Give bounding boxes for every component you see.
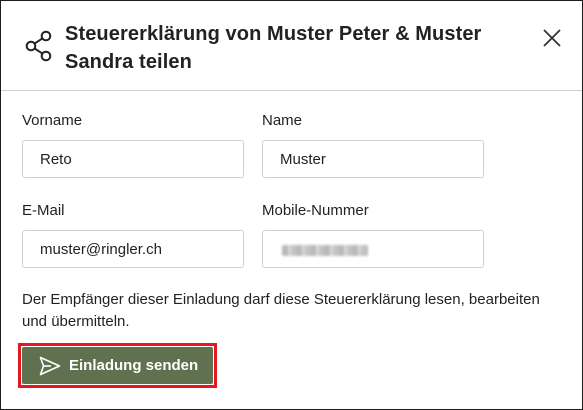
- dialog-title: Steuererklärung von Muster Peter & Muste…: [65, 23, 482, 73]
- mobile-label: Mobile-Nummer: [262, 202, 369, 219]
- mobile-field[interactable]: [262, 230, 484, 268]
- send-invitation-label: Einladung senden: [69, 357, 199, 374]
- last-name-field[interactable]: [262, 140, 484, 178]
- send-invitation-button[interactable]: Einladung senden: [22, 347, 213, 384]
- first-name-field[interactable]: [22, 140, 244, 178]
- paper-plane-icon: [39, 356, 61, 375]
- email-field[interactable]: [22, 230, 244, 268]
- share-dialog: Steuererklärung von Muster Peter & Muste…: [0, 0, 583, 410]
- dialog-header: Steuererklärung von Muster Peter & Muste…: [1, 1, 582, 91]
- redacted-mobile-number: [282, 245, 368, 256]
- invitation-description: Der Empfänger dieser Einladung darf dies…: [22, 291, 540, 330]
- last-name-label: Name: [262, 112, 303, 129]
- close-icon[interactable]: [539, 25, 565, 51]
- share-icon: [25, 30, 52, 62]
- email-label: E-Mail: [22, 202, 65, 219]
- first-name-label: Vorname: [22, 112, 83, 129]
